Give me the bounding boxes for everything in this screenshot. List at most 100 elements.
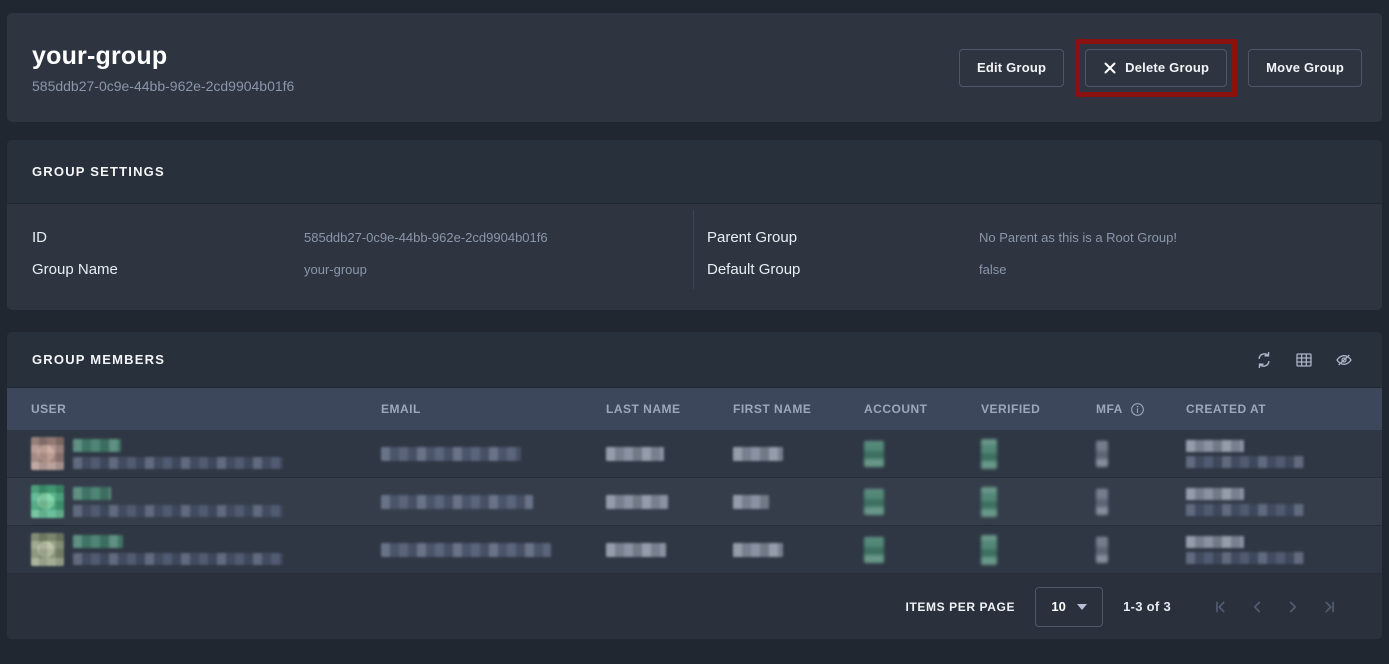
redacted-username	[73, 487, 111, 500]
group-header-text: your-group 585ddb27-0c9e-44bb-962e-2cd99…	[32, 42, 294, 94]
email-cell	[381, 543, 606, 557]
table-row[interactable]	[7, 430, 1382, 478]
redacted-account-status	[864, 489, 884, 515]
field-parent-group-value: No Parent as this is a Root Group!	[979, 230, 1177, 245]
field-id-label: ID	[32, 229, 304, 246]
redacted-user-id	[73, 457, 283, 469]
table-header-row: USEREMAILLAST NAMEFIRST NAMEACCOUNTVERIF…	[7, 388, 1382, 430]
next-page-icon[interactable]	[1284, 598, 1302, 616]
first-name-cell	[733, 543, 864, 557]
column-header-account: ACCOUNT	[864, 402, 981, 416]
field-parent-group-label: Parent Group	[707, 229, 979, 246]
table-body	[7, 430, 1382, 574]
email-cell	[381, 495, 606, 509]
table-icon[interactable]	[1294, 350, 1314, 370]
close-icon	[1103, 61, 1117, 75]
settings-left-column: ID 585ddb27-0c9e-44bb-962e-2cd9904b01f6 …	[7, 204, 693, 309]
field-default-group-label: Default Group	[707, 261, 979, 278]
group-settings-card: GROUP SETTINGS ID 585ddb27-0c9e-44bb-962…	[7, 140, 1382, 310]
field-default-group-value: false	[979, 262, 1006, 277]
email-cell	[381, 447, 606, 461]
field-id: ID 585ddb27-0c9e-44bb-962e-2cd9904b01f6	[32, 221, 693, 253]
redacted-time	[1186, 552, 1304, 564]
edit-group-button[interactable]: Edit Group	[959, 49, 1064, 87]
avatar	[31, 533, 64, 566]
redacted-account-status	[864, 537, 884, 563]
redacted-date	[1186, 488, 1244, 500]
group-members-card: GROUP MEMBERS	[7, 332, 1382, 639]
first-name-cell	[733, 447, 864, 461]
last-page-icon[interactable]	[1320, 598, 1338, 616]
column-header-user: USER	[31, 402, 381, 416]
redacted-date	[1186, 440, 1244, 452]
redacted-first-name	[733, 543, 783, 557]
group-settings-title: GROUP SETTINGS	[32, 164, 165, 179]
mfa-cell	[1096, 441, 1186, 467]
group-header-card: your-group 585ddb27-0c9e-44bb-962e-2cd99…	[7, 13, 1382, 122]
first-page-icon[interactable]	[1212, 598, 1230, 616]
redacted-created-at	[1186, 440, 1372, 468]
field-group-name: Group Name your-group	[32, 253, 693, 285]
column-header-mfa: MFA	[1096, 402, 1186, 417]
user-text-redacted	[73, 535, 283, 565]
annotation-highlight-box: Delete Group	[1075, 39, 1237, 97]
redacted-email	[381, 543, 551, 557]
column-header-created-at: CREATED AT	[1186, 402, 1372, 416]
group-id-subtitle: 585ddb27-0c9e-44bb-962e-2cd9904b01f6	[32, 78, 294, 94]
column-header-label: MFA	[1096, 402, 1123, 416]
verified-cell	[981, 439, 1096, 469]
column-header-label: VERIFIED	[981, 402, 1040, 416]
redacted-time	[1186, 504, 1304, 516]
redacted-mfa-status	[1096, 489, 1108, 515]
column-header-label: USER	[31, 402, 66, 416]
column-header-verified: VERIFIED	[981, 402, 1096, 416]
last-name-cell	[606, 543, 733, 557]
redacted-first-name	[733, 447, 783, 461]
previous-page-icon[interactable]	[1248, 598, 1266, 616]
redacted-date	[1186, 536, 1244, 548]
column-header-label: ACCOUNT	[864, 402, 928, 416]
eye-off-icon[interactable]	[1334, 350, 1354, 370]
redacted-user-id	[73, 505, 283, 517]
redacted-mfa-status	[1096, 537, 1108, 563]
field-group-name-value: your-group	[304, 262, 367, 277]
items-per-page-value: 10	[1051, 599, 1065, 614]
created-at-cell	[1186, 488, 1372, 516]
info-icon[interactable]	[1130, 402, 1145, 417]
delete-group-label: Delete Group	[1125, 60, 1209, 75]
items-per-page-select[interactable]: 10	[1035, 587, 1103, 627]
redacted-verified-status	[981, 535, 997, 565]
last-name-cell	[606, 495, 733, 509]
table-row[interactable]	[7, 478, 1382, 526]
field-id-value: 585ddb27-0c9e-44bb-962e-2cd9904b01f6	[304, 230, 548, 245]
header-actions: Edit Group Delete Group Move Group	[959, 39, 1362, 97]
refresh-icon[interactable]	[1254, 350, 1274, 370]
column-header-first-name: FIRST NAME	[733, 402, 864, 416]
mfa-cell	[1096, 489, 1186, 515]
chevron-down-icon	[1077, 604, 1087, 610]
table-row[interactable]	[7, 526, 1382, 574]
delete-group-button[interactable]: Delete Group	[1085, 49, 1227, 87]
avatar	[31, 437, 64, 470]
verified-cell	[981, 487, 1096, 517]
column-header-label: CREATED AT	[1186, 402, 1266, 416]
group-detail-page: your-group 585ddb27-0c9e-44bb-962e-2cd99…	[0, 0, 1389, 664]
redacted-last-name	[606, 447, 664, 461]
column-header-label: EMAIL	[381, 402, 421, 416]
redacted-account-status	[864, 441, 884, 467]
page-title: your-group	[32, 42, 294, 71]
move-group-button[interactable]: Move Group	[1248, 49, 1362, 87]
column-header-label: FIRST NAME	[733, 402, 811, 416]
user-text-redacted	[73, 487, 283, 517]
user-text-redacted	[73, 439, 283, 469]
redacted-last-name	[606, 543, 666, 557]
redacted-verified-status	[981, 487, 997, 517]
account-cell	[864, 537, 981, 563]
column-header-email: EMAIL	[381, 402, 606, 416]
redacted-verified-status	[981, 439, 997, 469]
last-name-cell	[606, 447, 733, 461]
redacted-username	[73, 439, 121, 452]
account-cell	[864, 489, 981, 515]
redacted-created-at	[1186, 488, 1372, 516]
redacted-email	[381, 495, 533, 509]
